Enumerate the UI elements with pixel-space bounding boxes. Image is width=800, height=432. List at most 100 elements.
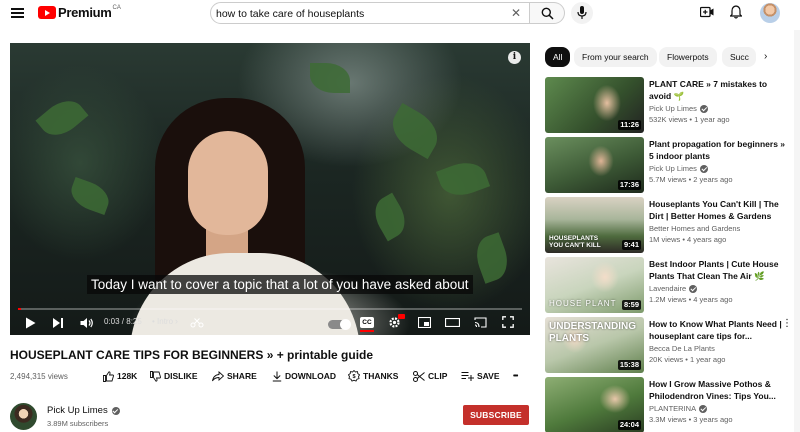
video-thumbnail[interactable]: UNDERSTANDING PLANTS 15:38 — [545, 317, 644, 373]
player-controls: 0:03 / 8:25 • Intro › CC — [10, 313, 530, 335]
video-duration: 17:36 — [617, 180, 641, 190]
search-box: ✕ — [210, 2, 530, 24]
recommended-video-meta: 1.2M views • 4 years ago — [649, 295, 733, 304]
video-thumbnail[interactable]: 11:26 — [545, 77, 644, 133]
clip-button[interactable]: CLIP — [413, 369, 447, 383]
clip-creator-icon[interactable] — [190, 318, 204, 328]
progress-bar-fill — [18, 308, 22, 310]
menu-icon[interactable] — [11, 8, 24, 18]
download-icon — [272, 371, 282, 381]
video-duration: 11:26 — [618, 120, 641, 130]
recommended-video[interactable]: 17:36 Plant propagation for beginners » … — [545, 137, 790, 193]
play-icon[interactable] — [25, 317, 36, 329]
recommended-channel-name[interactable]: Better Homes and Gardens — [649, 224, 740, 233]
video-player[interactable]: i Today I want to cover a topic that a l… — [10, 43, 530, 335]
volume-icon[interactable] — [80, 317, 94, 329]
progress-bar[interactable] — [18, 308, 522, 310]
recommended-video-meta: 20K views • 1 year ago — [649, 355, 726, 364]
cast-icon[interactable] — [474, 317, 487, 328]
theater-mode-icon[interactable] — [445, 318, 460, 327]
clip-label: CLIP — [428, 371, 448, 381]
clear-search-icon[interactable]: ✕ — [511, 7, 521, 19]
chevron-right-icon[interactable]: › — [764, 51, 767, 62]
verified-check-icon — [699, 164, 708, 173]
recommended-channel-name[interactable]: Lavendaire — [649, 284, 686, 293]
recommended-video-title[interactable]: PLANT CARE » 7 mistakes to avoid 🌱 — [649, 79, 785, 102]
recommended-channel-row: PLANTERINA — [649, 404, 708, 413]
dislike-button[interactable]: DISLIKE — [150, 369, 198, 383]
video-thumbnail[interactable]: HOUSEPLANTS YOU CAN'T KILL 9:41 — [545, 197, 644, 253]
video-title: HOUSEPLANT CARE TIPS FOR BEGINNERS » + p… — [10, 348, 374, 362]
thanks-button[interactable]: $ THANKS — [348, 369, 398, 383]
youtube-logo[interactable]: Premium CA — [38, 5, 121, 20]
youtube-play-icon — [38, 6, 56, 19]
chip-succulents[interactable]: Succ — [722, 47, 756, 67]
channel-name[interactable]: Pick Up Limes — [47, 405, 108, 416]
recommended-video-title[interactable]: Best Indoor Plants | Cute House Plants T… — [649, 259, 785, 282]
recommended-video[interactable]: 11:26 PLANT CARE » 7 mistakes to avoid 🌱… — [545, 77, 790, 133]
cc-active-indicator — [360, 330, 374, 332]
recommended-video-title[interactable]: How I Grow Massive Pothos & Philodendron… — [649, 379, 785, 402]
thumbnail-overlay-text: HOUSEPLANTS YOU CAN'T KILL — [549, 235, 601, 249]
info-icon[interactable]: i — [508, 51, 521, 64]
recommended-channel-row: Pick Up Limes — [649, 164, 708, 173]
chip-flowerpots[interactable]: Flowerpots — [659, 47, 717, 67]
thumbnail-overlay-text: HOUSE PLANT — [549, 299, 617, 308]
verified-check-icon — [689, 284, 698, 293]
subscribe-button[interactable]: SUBSCRIBE — [463, 405, 529, 425]
search-button[interactable] — [530, 2, 565, 24]
share-button[interactable]: SHARE — [212, 369, 257, 383]
like-button[interactable]: 128K — [103, 369, 137, 383]
autoplay-toggle[interactable] — [328, 319, 351, 330]
miniplayer-icon[interactable] — [418, 317, 431, 328]
recommended-channel-name[interactable]: Pick Up Limes — [649, 104, 697, 113]
recommended-channel-name[interactable]: Becca De La Plants — [649, 344, 715, 353]
chip-from-your-search[interactable]: From your search — [574, 47, 657, 67]
video-thumbnail[interactable]: HOUSE PLANT 8:59 — [545, 257, 644, 313]
logo-text: Premium — [58, 5, 112, 20]
channel-name-row: Pick Up Limes — [47, 405, 120, 416]
recommended-video-title[interactable]: Houseplants You Can't Kill | The Dirt | … — [649, 199, 785, 222]
thumbnail-overlay-text: UNDERSTANDING PLANTS — [549, 321, 637, 344]
recommended-video-title[interactable]: Plant propagation for beginners » 5 indo… — [649, 139, 785, 162]
subtitles-cc-button[interactable]: CC — [360, 317, 374, 328]
video-duration: 24:04 — [617, 420, 641, 430]
recommended-channel-name[interactable]: Pick Up Limes — [649, 164, 697, 173]
verified-check-icon — [111, 406, 120, 415]
recommended-channel-row: Better Homes and Gardens — [649, 224, 740, 233]
search-input[interactable] — [216, 6, 496, 21]
recommended-channel-row: Pick Up Limes — [649, 104, 708, 113]
video-duration: 9:41 — [621, 240, 641, 250]
chevron-right-icon: › — [175, 316, 178, 326]
video-thumbnail[interactable]: 17:36 — [545, 137, 644, 193]
voice-search-button[interactable] — [571, 2, 593, 24]
video-thumbnail[interactable]: 24:04 — [545, 377, 644, 432]
download-button[interactable]: DOWNLOAD — [272, 369, 336, 383]
view-count: 2,494,315 views — [10, 372, 68, 381]
video-duration: 8:59 — [621, 300, 641, 310]
notifications-bell-icon[interactable] — [730, 5, 742, 19]
recommended-video-meta: 5.7M views • 2 years ago — [649, 175, 733, 184]
recommended-video-meta: 3.3M views • 3 years ago — [649, 415, 733, 424]
account-avatar[interactable] — [760, 3, 780, 23]
page-scrollbar[interactable] — [794, 30, 800, 432]
recommended-video[interactable]: HOUSEPLANTS YOU CAN'T KILL 9:41 Housepla… — [545, 197, 790, 253]
more-actions-icon[interactable]: ••• — [513, 369, 518, 383]
chip-all[interactable]: All — [545, 47, 571, 67]
more-options-icon[interactable]: ⋮ — [782, 319, 792, 329]
recommended-video-meta: 1M views • 4 years ago — [649, 235, 727, 244]
next-video-icon[interactable] — [52, 317, 64, 329]
chapter-title[interactable]: • Intro — [152, 317, 173, 326]
recommended-video[interactable]: 24:04 How I Grow Massive Pothos & Philod… — [545, 377, 790, 432]
recommended-video-meta: 532K views • 1 year ago — [649, 115, 730, 124]
save-button[interactable]: SAVE — [461, 369, 500, 383]
create-video-icon[interactable] — [700, 6, 714, 18]
recommended-video[interactable]: HOUSE PLANT 8:59 Best Indoor Plants | Cu… — [545, 257, 790, 313]
verified-check-icon — [699, 404, 708, 413]
recommended-video-title[interactable]: How to Know What Plants Need | houseplan… — [649, 319, 785, 342]
subscriber-count: 3.89M subscribers — [47, 419, 109, 428]
recommended-video[interactable]: UNDERSTANDING PLANTS 15:38 How to Know W… — [545, 317, 792, 373]
recommended-channel-name[interactable]: PLANTERINA — [649, 404, 696, 413]
fullscreen-icon[interactable] — [502, 316, 514, 328]
channel-avatar[interactable] — [10, 403, 37, 430]
